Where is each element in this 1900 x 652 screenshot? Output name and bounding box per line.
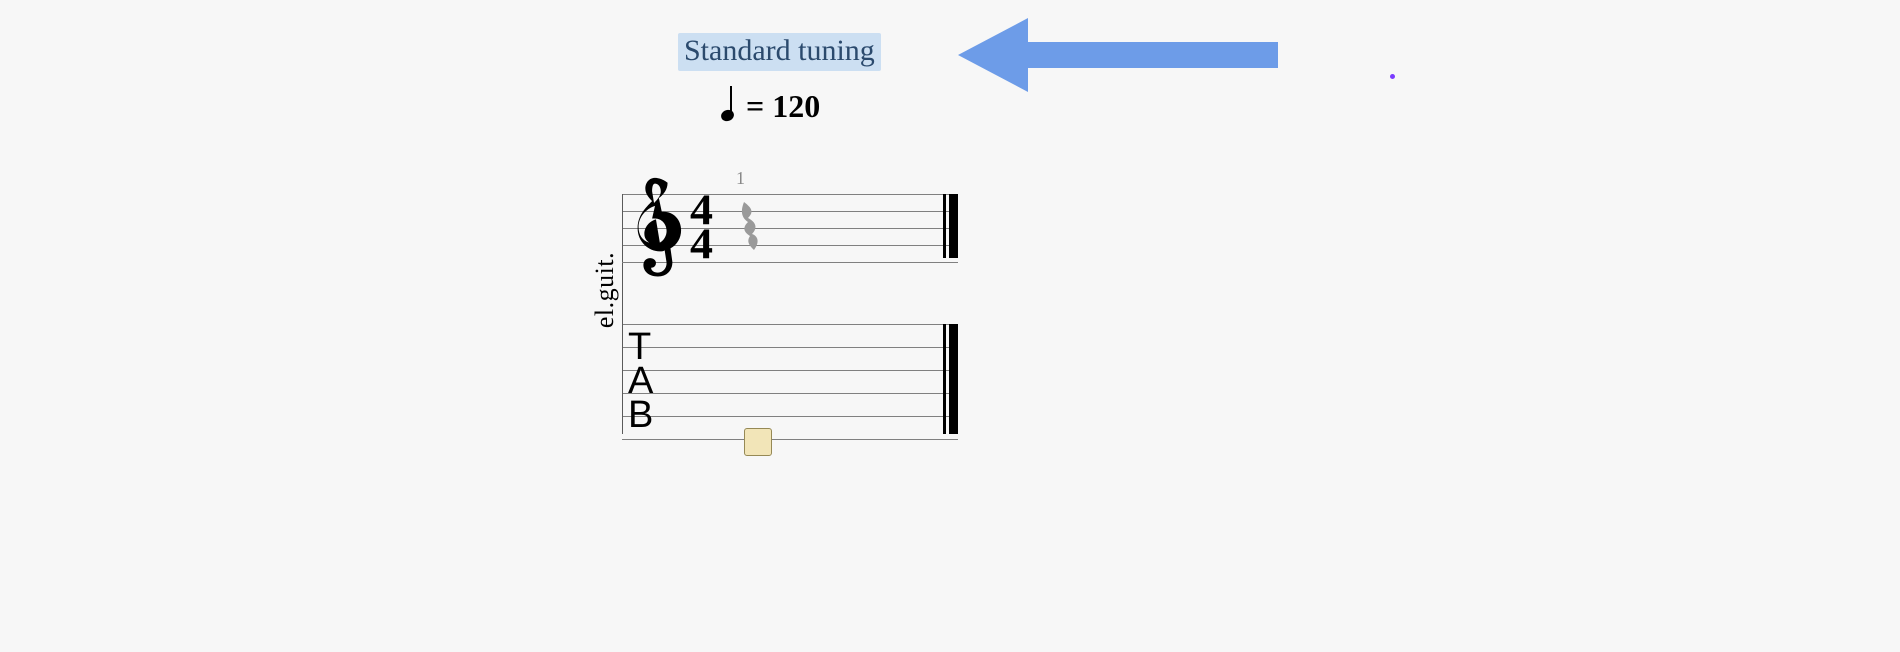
standard-staff[interactable]: 1 4 4 bbox=[622, 194, 958, 263]
final-barline-thin bbox=[943, 324, 946, 434]
arrow-icon bbox=[958, 10, 1278, 100]
barline-left bbox=[622, 324, 623, 434]
tab-clef-icon: T A B bbox=[628, 330, 653, 432]
time-sig-denominator: 4 bbox=[690, 227, 711, 261]
cursor-dot bbox=[1390, 74, 1395, 79]
barline-left bbox=[622, 194, 623, 258]
tab-letter-t: T bbox=[628, 330, 653, 364]
tempo-value: 120 bbox=[772, 88, 820, 125]
tab-lines bbox=[622, 324, 958, 440]
tab-letter-b: B bbox=[628, 398, 653, 432]
tab-staff[interactable]: T A B bbox=[622, 324, 958, 440]
quarter-note-icon bbox=[718, 90, 738, 124]
tuning-label[interactable]: Standard tuning bbox=[678, 33, 881, 71]
measure-number: 1 bbox=[736, 168, 745, 189]
final-barline-thick bbox=[949, 194, 958, 258]
time-signature[interactable]: 4 4 bbox=[690, 190, 724, 262]
tempo-marking[interactable]: = 120 bbox=[718, 88, 820, 125]
rest-icon bbox=[736, 200, 766, 252]
playhead-marker[interactable] bbox=[744, 428, 772, 456]
treble-clef-icon bbox=[626, 172, 684, 292]
tempo-equals: = bbox=[746, 88, 764, 125]
tab-letter-a: A bbox=[628, 364, 653, 398]
instrument-label: el.guit. bbox=[590, 220, 620, 360]
final-barline-thin bbox=[943, 194, 946, 258]
final-barline-thick bbox=[949, 324, 958, 434]
